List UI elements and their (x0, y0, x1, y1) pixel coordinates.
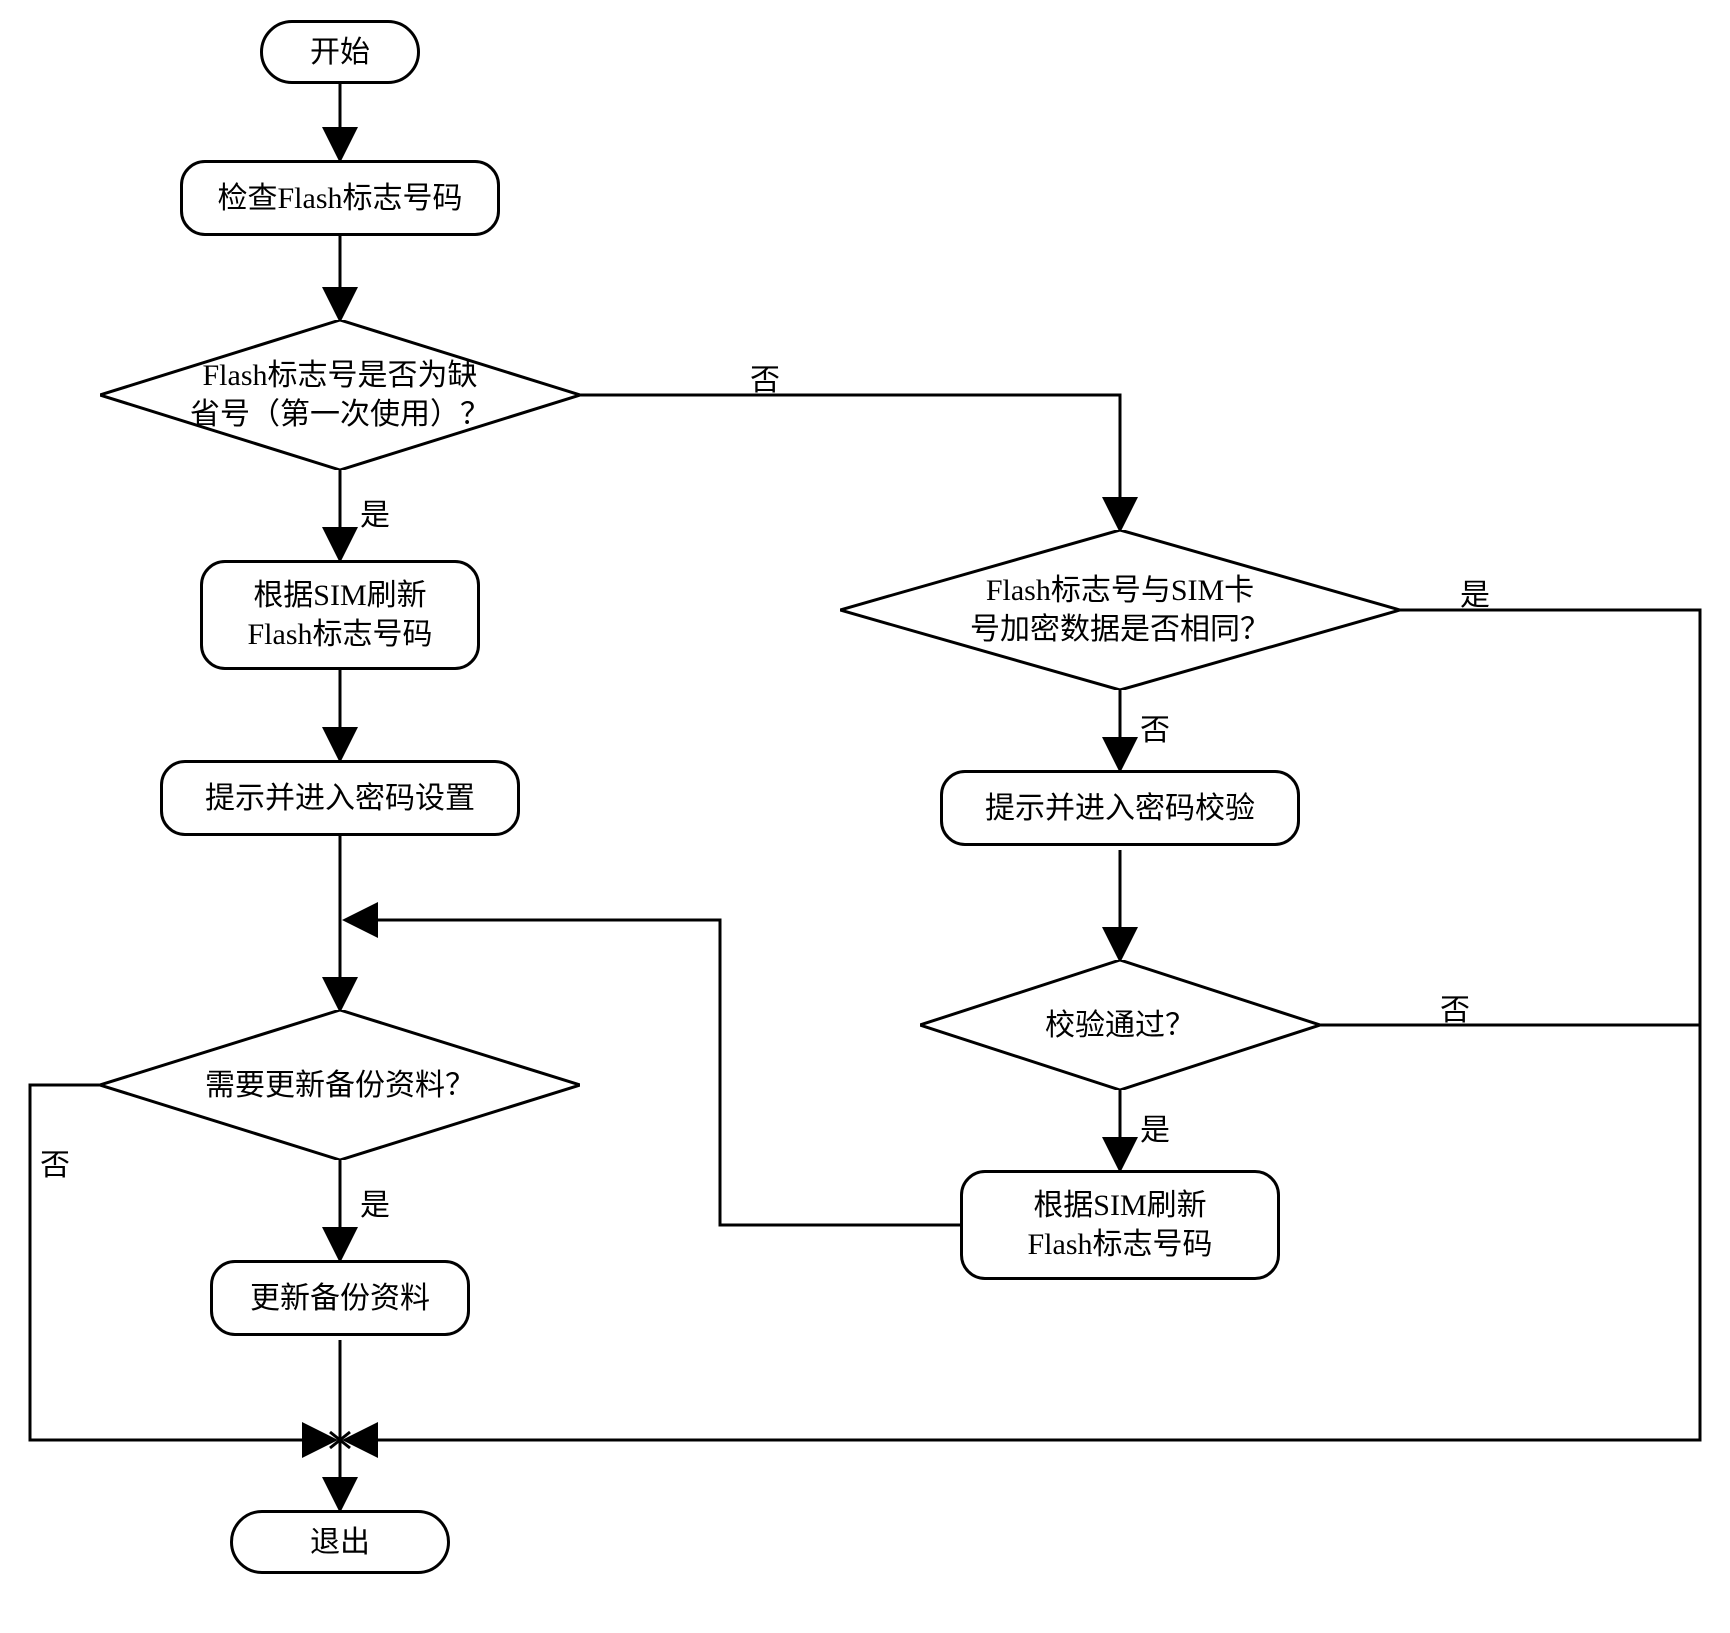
same-enc-line1: Flash标志号与SIM卡 (970, 571, 1270, 610)
label-same-enc-no: 否 (1140, 705, 1170, 749)
check-flash-flag-process: 检查Flash标志号码 (180, 160, 500, 236)
refresh-sim-2-process: 根据SIM刷新 Flash标志号码 (960, 1170, 1280, 1280)
exit-text: 退出 (310, 1523, 370, 1562)
label-need-update-no: 否 (40, 1140, 70, 1184)
verify-ok-decision: 校验通过？ (920, 960, 1320, 1090)
start-terminator: 开始 (260, 20, 420, 84)
start-text: 开始 (310, 33, 370, 72)
verify-pwd-text: 提示并进入密码校验 (985, 789, 1255, 828)
set-pwd-text: 提示并进入密码设置 (205, 779, 475, 818)
refresh-sim1-line1: 根据SIM刷新 (247, 576, 432, 615)
set-password-process: 提示并进入密码设置 (160, 760, 520, 836)
refresh-sim-1-process: 根据SIM刷新 Flash标志号码 (200, 560, 480, 670)
exit-terminator: 退出 (230, 1510, 450, 1574)
refresh-sim2-line1: 根据SIM刷新 (1027, 1186, 1212, 1225)
is-default-line1: Flash标志号是否为缺 (190, 356, 490, 395)
verify-ok-text: 校验通过？ (1045, 1009, 1195, 1042)
label-is-default-no: 否 (750, 355, 780, 399)
label-same-enc-yes: 是 (1460, 570, 1490, 614)
label-is-default-yes: 是 (360, 490, 390, 534)
need-update-text: 需要更新备份资料？ (205, 1069, 475, 1102)
update-text: 更新备份资料 (250, 1279, 430, 1318)
is-default-decision: Flash标志号是否为缺 省号（第一次使用）？ (100, 320, 580, 470)
same-enc-line2: 号加密数据是否相同？ (970, 610, 1270, 649)
need-update-decision: 需要更新备份资料？ (100, 1010, 580, 1160)
refresh-sim1-line2: Flash标志号码 (247, 615, 432, 654)
verify-password-process: 提示并进入密码校验 (940, 770, 1300, 846)
label-verify-ok-yes: 是 (1140, 1105, 1170, 1149)
refresh-sim2-line2: Flash标志号码 (1027, 1225, 1212, 1264)
label-need-update-yes: 是 (360, 1180, 390, 1224)
same-encrypted-decision: Flash标志号与SIM卡 号加密数据是否相同？ (840, 530, 1400, 690)
is-default-line2: 省号（第一次使用）？ (190, 395, 490, 434)
label-verify-ok-no: 否 (1440, 985, 1470, 1029)
check-flag-text: 检查Flash标志号码 (217, 179, 462, 218)
update-backup-process: 更新备份资料 (210, 1260, 470, 1336)
